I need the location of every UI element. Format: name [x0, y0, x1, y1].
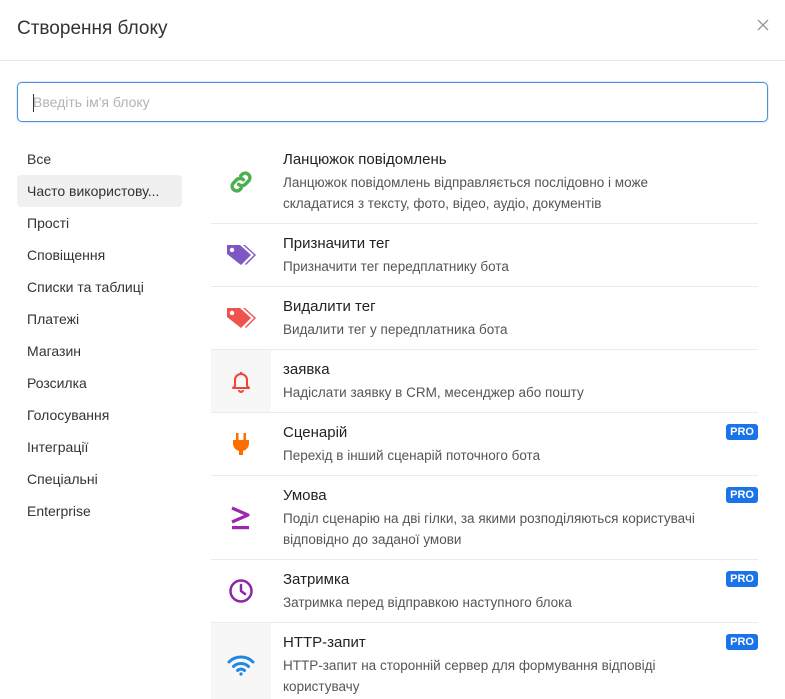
block-title: Умова — [283, 487, 327, 504]
category-sidebar: Все Часто використову... Прості Сповіщення С… — [17, 143, 182, 527]
block-list: Ланцюжок повідомлень Ланцюжок повідомлень… — [211, 140, 758, 699]
block-body: Затримка Затримка перед відправкою наступ… — [271, 560, 758, 622]
text-caret — [33, 94, 34, 112]
search-input[interactable] — [18, 83, 767, 121]
block-title: заявка — [283, 361, 330, 378]
block-title: Ланцюжок повідомлень — [283, 151, 447, 168]
clock-icon — [211, 560, 271, 622]
block-title: Призначити тег — [283, 235, 390, 252]
block-item[interactable]: Видалити тег Видалити тег у передплатника… — [211, 287, 758, 350]
block-item[interactable]: Сценарій Перехід в інший сценарій поточно… — [211, 413, 758, 476]
block-body: Умова Поділ сценарію на дві гілки, за яки… — [271, 476, 758, 559]
block-body: заявка Надіслати заявку в CRM, месенджер … — [271, 350, 758, 412]
close-icon[interactable] — [755, 17, 771, 33]
greater-equal-icon — [211, 476, 271, 559]
block-description: Перехід в інший сценарій поточного бота — [283, 448, 541, 463]
block-description: HTTP-запит на сторонній сервер для форму… — [283, 658, 656, 694]
sidebar-item[interactable]: Платежі — [17, 303, 182, 335]
block-item[interactable]: Умова Поділ сценарію на дві гілки, за яки… — [211, 476, 758, 560]
sidebar-item[interactable]: Інтеграції — [17, 431, 182, 463]
block-description: Видалити тег у передплатника бота — [283, 322, 508, 337]
plug-icon — [211, 413, 271, 475]
block-title: Затримка — [283, 571, 350, 588]
block-title: Сценарій — [283, 424, 348, 441]
block-description: Поділ сценарію на дві гілки, за якими ро… — [283, 511, 695, 547]
block-item[interactable]: Затримка Затримка перед відправкою наступ… — [211, 560, 758, 623]
sidebar-item[interactable]: Розсилка — [17, 367, 182, 399]
sidebar-item[interactable]: Спеціальні — [17, 463, 182, 495]
sidebar-item[interactable]: Все — [17, 143, 182, 175]
modal-header: Створення блоку — [0, 0, 785, 61]
block-description: Надіслати заявку в CRM, месенджер або по… — [283, 385, 584, 400]
pro-badge: PRO — [726, 634, 758, 650]
bell-icon — [211, 350, 271, 412]
block-description: Призначити тег передплатнику бота — [283, 259, 509, 274]
sidebar-item[interactable]: Списки та таблиці — [17, 271, 182, 303]
pro-badge: PRO — [726, 571, 758, 587]
block-item[interactable]: Призначити тег Призначити тег передплатни… — [211, 224, 758, 287]
tags-icon — [211, 224, 271, 286]
block-title: Видалити тег — [283, 298, 376, 315]
sidebar-item[interactable]: Enterprise — [17, 495, 182, 527]
sidebar-item[interactable]: Часто використову... — [17, 175, 182, 207]
pro-badge: PRO — [726, 424, 758, 440]
search-box[interactable] — [17, 82, 768, 122]
pro-badge: PRO — [726, 487, 758, 503]
sidebar-item[interactable]: Голосування — [17, 399, 182, 431]
block-body: Ланцюжок повідомлень Ланцюжок повідомлень… — [271, 140, 758, 223]
block-item[interactable]: заявка Надіслати заявку в CRM, месенджер … — [211, 350, 758, 413]
block-item[interactable]: HTTP-запит HTTP-запит на сторонній сервер… — [211, 623, 758, 699]
block-description: Ланцюжок повідомлень відправляється посл… — [283, 175, 648, 211]
link-icon — [211, 140, 271, 223]
block-title: HTTP-запит — [283, 634, 366, 651]
block-item[interactable]: Ланцюжок повідомлень Ланцюжок повідомлень… — [211, 140, 758, 224]
modal-title: Створення блоку — [17, 18, 168, 39]
block-body: HTTP-запит HTTP-запит на сторонній сервер… — [271, 623, 758, 699]
block-description: Затримка перед відправкою наступного бло… — [283, 595, 572, 610]
tags-icon — [211, 287, 271, 349]
wifi-icon — [211, 623, 271, 699]
sidebar-item[interactable]: Прості — [17, 207, 182, 239]
block-body: Видалити тег Видалити тег у передплатника… — [271, 287, 758, 349]
sidebar-item[interactable]: Магазин — [17, 335, 182, 367]
sidebar-item[interactable]: Сповіщення — [17, 239, 182, 271]
block-body: Сценарій Перехід в інший сценарій поточно… — [271, 413, 758, 475]
block-body: Призначити тег Призначити тег передплатни… — [271, 224, 758, 286]
